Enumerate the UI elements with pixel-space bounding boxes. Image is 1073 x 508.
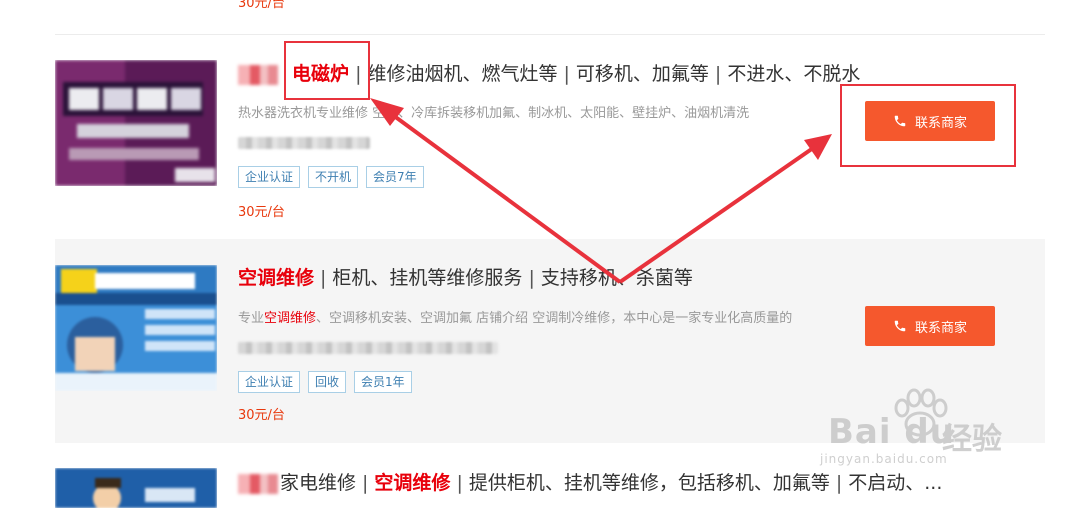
listing-price: 30元/台 (238, 408, 285, 423)
title-part: 提供柜机、挂机等维修，包括移机、加氟等 (468, 472, 830, 494)
tag: 不开机 (308, 166, 359, 188)
blurred-shop-name (238, 64, 278, 85)
listing-thumbnail[interactable] (55, 468, 217, 508)
baidu-jingyan-watermark: Bai du 经验 jingyan.baidu.com (820, 388, 1020, 468)
title-keyword: 空调维修 (374, 472, 451, 494)
tag: 会员1年 (354, 371, 412, 393)
title-part: 家电维修 (280, 472, 357, 494)
listing-title[interactable]: 家电维修 | 空调维修 | 提供柜机、挂机等维修，包括移机、加氟等 | 不启动、... (238, 470, 942, 496)
annotation-box (284, 41, 370, 100)
listing-thumbnail[interactable] (55, 265, 217, 391)
watermark-brand: Bai du (828, 412, 955, 452)
blurred-shop-name (238, 473, 278, 494)
title-part: 维修油烟机、燃气灶等 (367, 63, 558, 85)
tag: 企业认证 (238, 371, 301, 393)
blurred-address (238, 342, 498, 354)
title-part: 支持移机、杀菌等 (540, 267, 693, 289)
listing-description: 专业空调维修、空调移机安装、空调加氟 店铺介绍 空调制冷维修，本中心是一家专业化… (238, 311, 793, 326)
listing-price: 30元/台 (238, 205, 285, 220)
title-part: 不启动、... (848, 472, 943, 494)
listing-description: 热水器洗衣机专业维修 空调、冷库拆装移机加氟、制冰机、太阳能、壁挂炉、油烟机清洗 (238, 106, 750, 121)
title-part: 不进水、不脱水 (727, 63, 861, 85)
phone-icon (894, 320, 906, 332)
tag-list: 企业认证 回收 会员1年 (238, 371, 412, 393)
annotation-box (840, 84, 1016, 167)
watermark-cn: 经验 (942, 422, 1002, 457)
tag: 会员7年 (366, 166, 424, 188)
tag: 回收 (308, 371, 347, 393)
prev-listing-price: 30元/台 (238, 0, 285, 11)
title-part: 可移机、加氟等 (575, 63, 709, 85)
tag-list: 企业认证 不开机 会员7年 (238, 166, 424, 188)
tag: 企业认证 (238, 166, 301, 188)
title-keyword: 空调维修 (238, 267, 315, 289)
contact-merchant-button[interactable]: 联系商家 (865, 306, 995, 346)
listing-thumbnail[interactable] (55, 60, 217, 186)
listing-title[interactable]: 空调维修 | 柜机、挂机等维修服务 | 支持移机、杀菌等 (238, 265, 693, 291)
watermark-url: jingyan.baidu.com (820, 452, 948, 466)
blurred-address (238, 137, 370, 149)
title-part: 柜机、挂机等维修服务 (332, 267, 523, 289)
contact-merchant-label: 联系商家 (914, 320, 967, 336)
